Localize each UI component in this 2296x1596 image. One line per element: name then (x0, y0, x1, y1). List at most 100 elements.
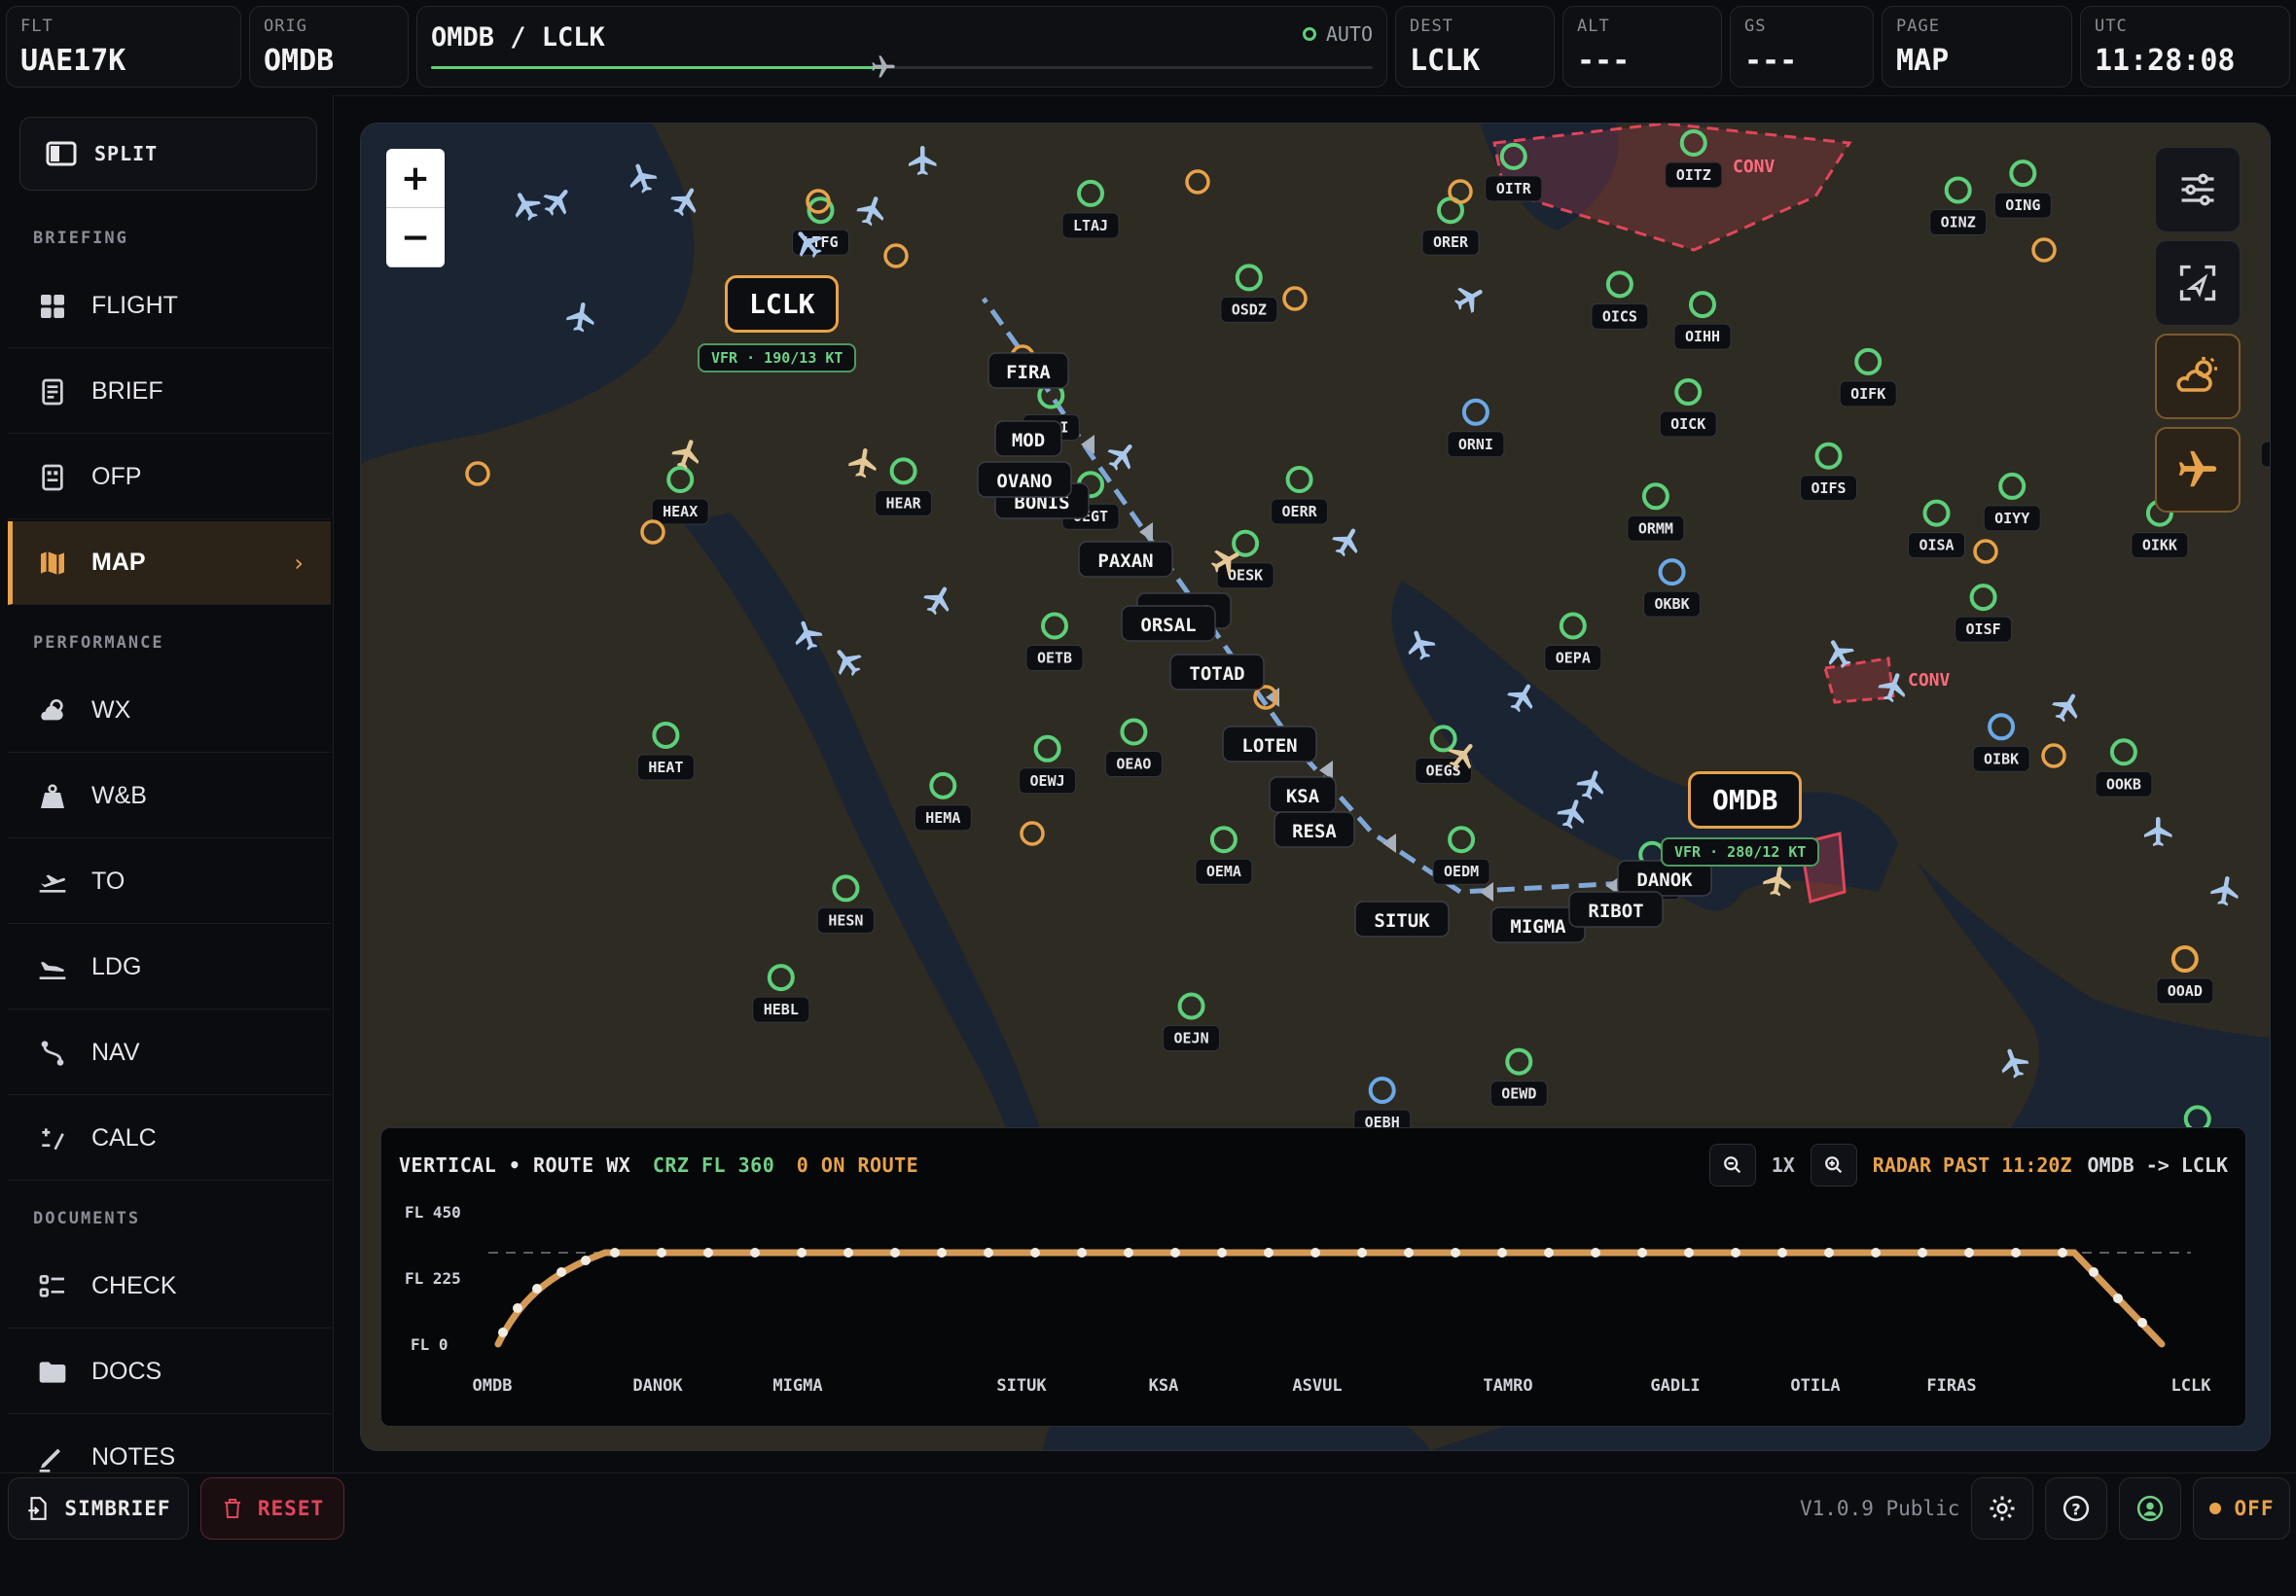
profile-point (1124, 1248, 1133, 1258)
profile-point (2137, 1318, 2147, 1328)
waypoint-label[interactable]: RESA (1292, 821, 1337, 842)
sidebar-item-wx[interactable]: WX (8, 669, 331, 753)
profile-waypoint-label: GADLI (1650, 1376, 1700, 1396)
airport-code: OIHH (1685, 328, 1720, 345)
reset-button[interactable]: RESET (200, 1477, 344, 1540)
profile-waypoint-label: KSA (1149, 1376, 1179, 1396)
sidebar-item-label: LDG (91, 953, 142, 980)
airport-code: OEPA (1556, 650, 1591, 667)
waypoint-label[interactable]: PAXAN (1097, 550, 1153, 572)
sidebar-item-label: FLIGHT (91, 292, 178, 319)
waypoint-label[interactable]: MOD (1012, 430, 1045, 451)
gs-label: GS (1744, 17, 1767, 36)
waypoint-label[interactable]: SITUK (1374, 910, 1430, 932)
waypoint-label[interactable]: TOTAD (1189, 663, 1244, 685)
sidebar-item-nav[interactable]: NAV (8, 1011, 331, 1095)
waypoint-label[interactable]: MIGMA (1510, 916, 1566, 938)
airport-code: OEJN (1174, 1029, 1209, 1046)
airport-code-badge (2260, 441, 2270, 468)
sim-status-button[interactable]: OFF (2193, 1477, 2290, 1540)
waypoint-label[interactable]: ORSAL (1140, 615, 1196, 636)
page-label: PAGE (1896, 17, 1940, 36)
profile-point (1591, 1248, 1600, 1258)
landing-icon (39, 961, 66, 979)
sidebar-item-wb[interactable]: W&B (8, 755, 331, 838)
profile-point (610, 1248, 620, 1258)
profile-waypoint-label: LCLK (2171, 1376, 2212, 1396)
sidebar-item-brief[interactable]: BRIEF (8, 350, 331, 434)
utc-cell: UTC 11:28:08 (2080, 6, 2290, 88)
profile-point (581, 1256, 591, 1265)
airport-code: OEWJ (1030, 772, 1065, 790)
profile-path (494, 1249, 2166, 1348)
profile-point (703, 1248, 713, 1258)
profile-point (1030, 1248, 1040, 1258)
profile-chart: FL 450 FL 225 FL 0 OMDB DANOK MIGMA SITUK KS… (405, 1203, 2212, 1396)
svg-text:?: ? (2071, 1500, 2080, 1518)
profile-waypoint-label: MIGMA (772, 1376, 822, 1396)
sidebar-item-label: NOTES (91, 1443, 176, 1471)
waypoint-label[interactable]: RIBOT (1588, 901, 1643, 922)
waypoint-label[interactable]: DANOK (1636, 869, 1693, 891)
profile-point (498, 1328, 508, 1337)
profile-point (843, 1248, 853, 1258)
airport-code: ORMM (1638, 519, 1673, 537)
sidebar-item-check[interactable]: CHECK (8, 1245, 331, 1329)
profile-waypoint-label: OTILA (1790, 1376, 1840, 1396)
vertical-profile-panel: VERTICAL • ROUTE WX CRZ FL 360 0 ON ROUT… (380, 1127, 2246, 1427)
map-layers-button[interactable] (2155, 147, 2241, 232)
reset-label: RESET (257, 1497, 325, 1520)
origin-airport-label[interactable]: OMDB (1688, 771, 1803, 829)
waypoint-label[interactable]: OVANO (996, 471, 1052, 492)
split-label: SPLIT (94, 142, 159, 165)
simbrief-button[interactable]: SIMBRIEF (8, 1477, 189, 1540)
profile-point (1824, 1248, 1834, 1258)
route-progress-cell[interactable]: OMDB / LCLK AUTO (416, 6, 1387, 88)
zoom-out-button[interactable]: − (386, 208, 445, 267)
sidebar-item-label: MAP (91, 549, 146, 576)
profile-waypoint-label: FIRAS (1926, 1376, 1976, 1396)
sidebar-item-calc[interactable]: CALC (8, 1097, 331, 1181)
waypoint-label[interactable]: LOTEN (1241, 735, 1297, 757)
weather-layer-toggle[interactable] (2155, 334, 2241, 419)
auto-indicator[interactable]: AUTO (1302, 22, 1373, 46)
calculator-icon (42, 1127, 64, 1150)
traffic-layer-toggle[interactable] (2155, 427, 2241, 513)
profile-point (1777, 1248, 1787, 1258)
airport-code: OIFK (1850, 385, 1885, 403)
sidebar-item-notes[interactable]: NOTES (8, 1416, 331, 1472)
sidebar-item-map[interactable]: MAP › (8, 521, 331, 605)
sidebar-item-flight[interactable]: FLIGHT (8, 265, 331, 348)
orig-label: ORIG (264, 17, 307, 36)
profile-waypoint-label: TAMRO (1483, 1376, 1532, 1396)
recenter-button[interactable] (2155, 240, 2241, 326)
split-button[interactable]: SPLIT (19, 117, 317, 191)
airport-code: OITZ (1676, 166, 1711, 184)
weight-icon (41, 783, 64, 808)
airport-code: OEDM (1444, 863, 1479, 880)
sidebar-item-ofp[interactable]: OFP (8, 436, 331, 519)
sidebar-item-ldg[interactable]: LDG (8, 926, 331, 1010)
profile-point (1918, 1248, 1927, 1258)
zoom-in-button[interactable]: + (386, 149, 445, 208)
user-icon (2136, 1495, 2164, 1522)
destination-airport-label[interactable]: LCLK (725, 275, 840, 333)
conv-label: CONV (1733, 157, 1776, 177)
sidebar-item-to[interactable]: TO (8, 840, 331, 924)
settings-button[interactable] (1971, 1477, 2033, 1540)
waypoint-label[interactable]: KSA (1286, 786, 1320, 807)
help-button[interactable]: ? (2045, 1477, 2107, 1540)
waypoint-label[interactable]: FIRA (1006, 362, 1051, 383)
simbrief-label: SIMBRIEF (64, 1497, 171, 1520)
sidebar: SPLIT BRIEFING FLIGHT BRIEF OFP MAP › PE… (0, 95, 334, 1472)
profile-point (1964, 1248, 1974, 1258)
file-import-icon (28, 1497, 48, 1520)
status-dot-icon (2208, 1503, 2221, 1514)
profile-point (1310, 1248, 1320, 1258)
airport-code: OIKK (2142, 537, 2177, 554)
account-button[interactable] (2119, 1477, 2181, 1540)
sidebar-item-docs[interactable]: DOCS (8, 1330, 331, 1414)
map-view[interactable]: CONV CONV LTFG LTAJ OSDZ ORER OITR OITZ OINZ OI… (360, 123, 2271, 1451)
grid-icon (41, 294, 64, 318)
bottom-bar: SIMBRIEF RESET V1.0.9 Public ? OFF (0, 1472, 2296, 1596)
